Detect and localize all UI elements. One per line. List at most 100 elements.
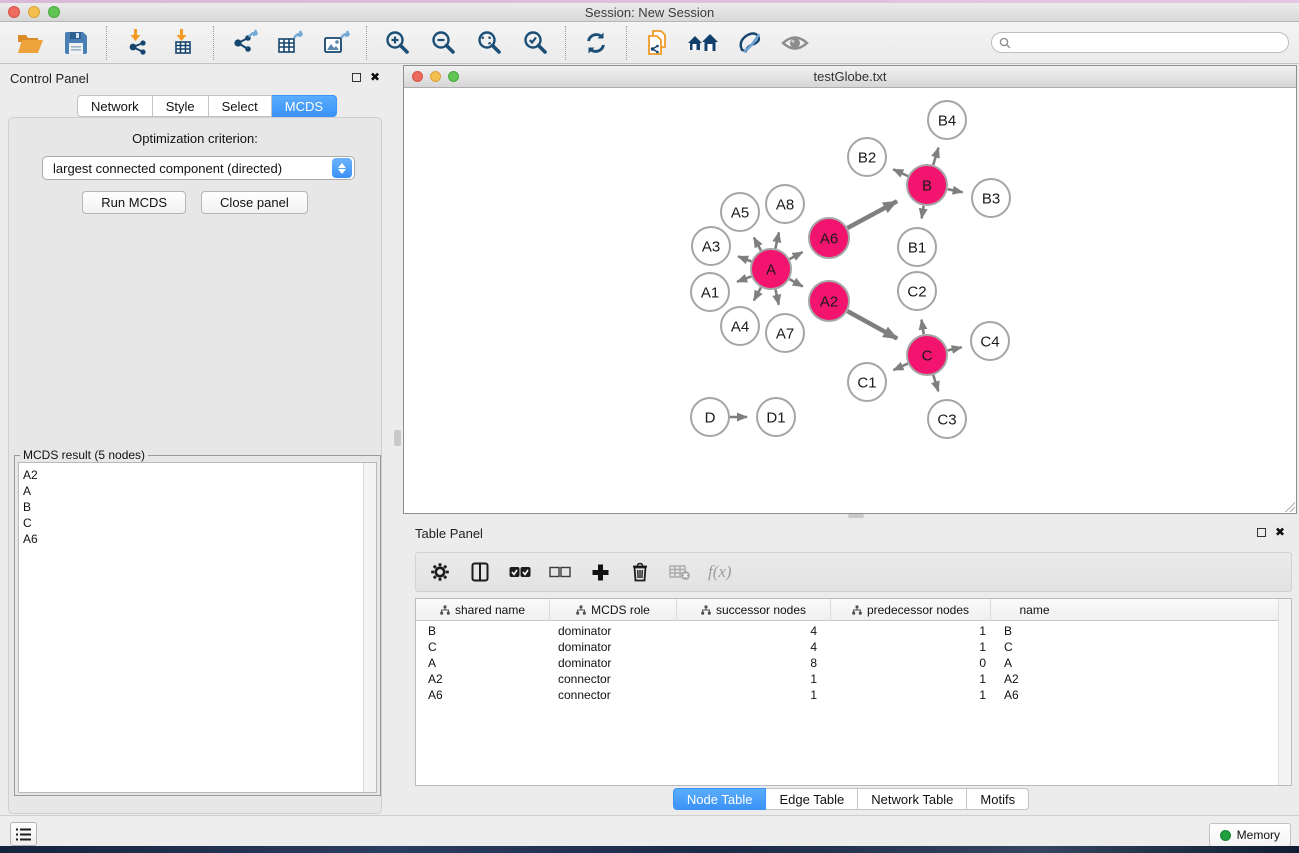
edge-A-A6[interactable] bbox=[790, 252, 803, 259]
table-cell[interactable]: A2 bbox=[991, 671, 1078, 687]
edge-A2-C[interactable] bbox=[847, 311, 897, 338]
node-A7[interactable]: A7 bbox=[766, 314, 804, 352]
zoom-fit-button[interactable] bbox=[471, 26, 507, 60]
network-zoom-button[interactable] bbox=[448, 71, 459, 82]
edge-B-B1[interactable] bbox=[922, 206, 924, 219]
zoom-in-button[interactable] bbox=[379, 26, 415, 60]
close-panel-button[interactable]: Close panel bbox=[201, 191, 308, 214]
copy-network-button[interactable] bbox=[639, 26, 675, 60]
splitpane-divider-grip[interactable] bbox=[394, 430, 401, 446]
show-all-neighbors-button[interactable] bbox=[685, 26, 721, 60]
delete-columns-button[interactable] bbox=[628, 560, 652, 584]
memory-button[interactable]: Memory bbox=[1209, 823, 1291, 847]
node-B1[interactable]: B1 bbox=[898, 228, 936, 266]
table-cell[interactable]: A2 bbox=[416, 671, 550, 687]
tab-style[interactable]: Style bbox=[153, 95, 209, 117]
node-A[interactable]: A bbox=[751, 249, 791, 289]
table-row[interactable]: Adominator80A bbox=[416, 655, 1291, 671]
node-B3[interactable]: B3 bbox=[972, 179, 1010, 217]
column-header-name[interactable]: name bbox=[991, 599, 1078, 621]
node-A1[interactable]: A1 bbox=[691, 273, 729, 311]
tab-edge-table[interactable]: Edge Table bbox=[766, 788, 858, 810]
node-A4[interactable]: A4 bbox=[721, 307, 759, 345]
edge-B-B2[interactable] bbox=[893, 169, 908, 176]
search-input[interactable] bbox=[1016, 36, 1266, 50]
table-cell[interactable]: 0 bbox=[831, 655, 991, 671]
table-cell[interactable]: A6 bbox=[416, 687, 550, 703]
node-C2[interactable]: C2 bbox=[898, 272, 936, 310]
column-header-shared-name[interactable]: shared name bbox=[416, 599, 550, 621]
table-cell[interactable]: B bbox=[991, 623, 1078, 639]
tab-network[interactable]: Network bbox=[77, 95, 153, 117]
table-cell[interactable]: 4 bbox=[677, 639, 831, 655]
titlebar[interactable]: Session: New Session bbox=[0, 3, 1299, 22]
tab-mcds[interactable]: MCDS bbox=[272, 95, 337, 117]
open-session-button[interactable] bbox=[12, 26, 48, 60]
node-table[interactable]: shared nameMCDS rolesuccessor nodesprede… bbox=[415, 598, 1292, 786]
node-B4[interactable]: B4 bbox=[928, 101, 966, 139]
run-mcds-button[interactable]: Run MCDS bbox=[82, 191, 186, 214]
node-C4[interactable]: C4 bbox=[971, 322, 1009, 360]
table-scrollbar[interactable] bbox=[1278, 599, 1291, 786]
node-A5[interactable]: A5 bbox=[721, 193, 759, 231]
table-cell[interactable]: dominator bbox=[550, 623, 677, 639]
edge-B-B4[interactable] bbox=[933, 148, 938, 165]
result-item[interactable]: A6 bbox=[23, 531, 376, 547]
edge-A-A2[interactable] bbox=[789, 279, 802, 286]
node-C[interactable]: C bbox=[907, 335, 947, 375]
horizontal-divider-grip[interactable] bbox=[848, 514, 864, 518]
table-cell[interactable]: connector bbox=[550, 687, 677, 703]
table-cell[interactable]: C bbox=[416, 639, 550, 655]
network-canvas[interactable]: B4B2BB3A8A5A6A3B1AA1C2A2A4A7C4CC1C3DD1 bbox=[404, 88, 1296, 513]
table-cell[interactable]: 1 bbox=[831, 623, 991, 639]
table-settings-button[interactable] bbox=[428, 560, 452, 584]
node-B2[interactable]: B2 bbox=[848, 138, 886, 176]
minimize-window-button[interactable] bbox=[28, 6, 40, 18]
table-cell[interactable]: connector bbox=[550, 671, 677, 687]
result-item[interactable]: C bbox=[23, 515, 376, 531]
node-D1[interactable]: D1 bbox=[757, 398, 795, 436]
edge-B-B3[interactable] bbox=[948, 189, 963, 192]
close-window-button[interactable] bbox=[8, 6, 20, 18]
node-D[interactable]: D bbox=[691, 398, 729, 436]
window-resize-grip[interactable] bbox=[1283, 500, 1295, 512]
table-cell[interactable]: A bbox=[416, 655, 550, 671]
edge-A-A1[interactable] bbox=[737, 276, 751, 281]
edge-A-A7[interactable] bbox=[775, 290, 778, 305]
mcds-result-list[interactable]: A2ABCA6 bbox=[18, 462, 377, 793]
result-scrollbar[interactable] bbox=[363, 463, 376, 792]
export-table-button[interactable] bbox=[272, 26, 308, 60]
float-panel-icon[interactable] bbox=[352, 73, 361, 82]
column-header-predecessor-nodes[interactable]: predecessor nodes bbox=[831, 599, 991, 621]
table-cell[interactable]: 1 bbox=[677, 671, 831, 687]
float-table-panel-icon[interactable] bbox=[1257, 528, 1266, 537]
tab-network-table[interactable]: Network Table bbox=[858, 788, 967, 810]
table-cell[interactable]: 1 bbox=[831, 639, 991, 655]
edge-C-C1[interactable] bbox=[893, 364, 907, 370]
export-network-button[interactable] bbox=[226, 26, 262, 60]
column-header-successor-nodes[interactable]: successor nodes bbox=[677, 599, 831, 621]
table-row[interactable]: A2connector11A2 bbox=[416, 671, 1291, 687]
result-item[interactable]: B bbox=[23, 499, 376, 515]
unselect-all-columns-button[interactable] bbox=[548, 560, 572, 584]
tab-select[interactable]: Select bbox=[209, 95, 272, 117]
edge-A-A8[interactable] bbox=[775, 232, 778, 248]
table-cell[interactable]: dominator bbox=[550, 655, 677, 671]
zoom-out-button[interactable] bbox=[425, 26, 461, 60]
hide-graphics-details-button[interactable] bbox=[731, 26, 767, 60]
table-cell[interactable]: A bbox=[991, 655, 1078, 671]
node-A2[interactable]: A2 bbox=[809, 281, 849, 321]
show-hide-annotations-button[interactable] bbox=[777, 26, 813, 60]
close-table-panel-icon[interactable]: ✖ bbox=[1275, 527, 1285, 537]
table-cell[interactable]: 4 bbox=[677, 623, 831, 639]
task-history-button[interactable] bbox=[10, 822, 37, 846]
node-C3[interactable]: C3 bbox=[928, 400, 966, 438]
node-A8[interactable]: A8 bbox=[766, 185, 804, 223]
show-columns-button[interactable] bbox=[468, 560, 492, 584]
close-panel-icon[interactable]: ✖ bbox=[370, 72, 380, 82]
edge-C-C3[interactable] bbox=[933, 375, 938, 391]
import-network-button[interactable] bbox=[119, 26, 155, 60]
import-table-button[interactable] bbox=[165, 26, 201, 60]
table-row[interactable]: Bdominator41B bbox=[416, 623, 1291, 639]
table-row[interactable]: A6connector11A6 bbox=[416, 687, 1291, 703]
